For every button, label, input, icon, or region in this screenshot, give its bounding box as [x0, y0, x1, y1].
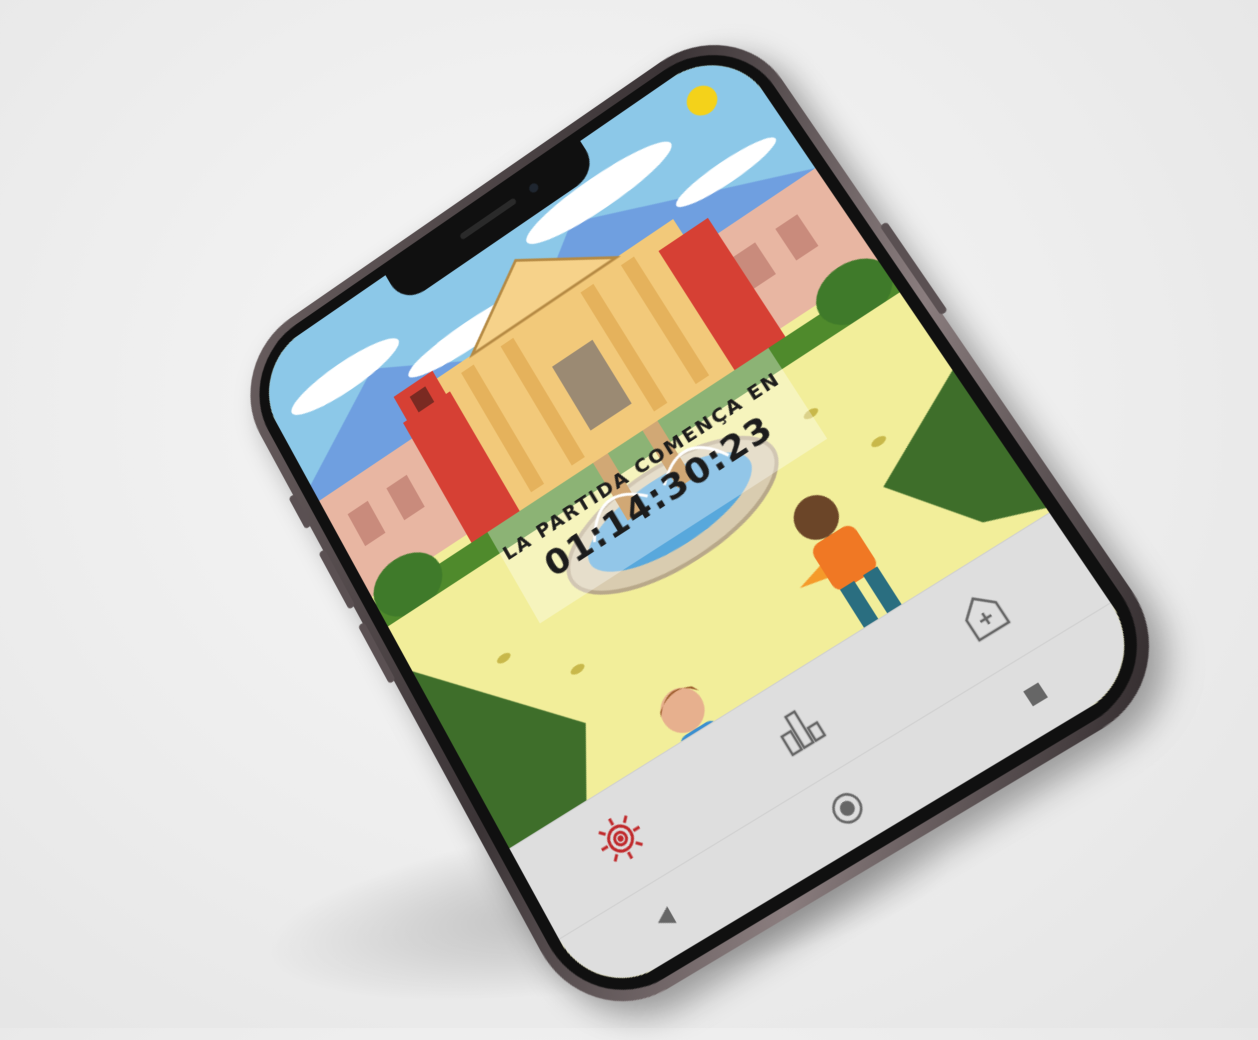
tab-target[interactable] — [573, 789, 669, 889]
target-icon — [588, 804, 654, 873]
system-recents-button[interactable] — [998, 657, 1075, 732]
home-circle-icon — [824, 785, 871, 832]
tab-ranking[interactable] — [749, 678, 849, 779]
tab-home[interactable] — [931, 564, 1037, 667]
home-icon — [948, 580, 1020, 650]
system-back-button[interactable] — [631, 882, 701, 955]
back-icon — [647, 900, 683, 938]
front-camera — [527, 182, 540, 195]
system-home-button[interactable] — [811, 772, 884, 846]
ranking-icon — [765, 694, 834, 763]
recents-icon — [1017, 676, 1054, 712]
